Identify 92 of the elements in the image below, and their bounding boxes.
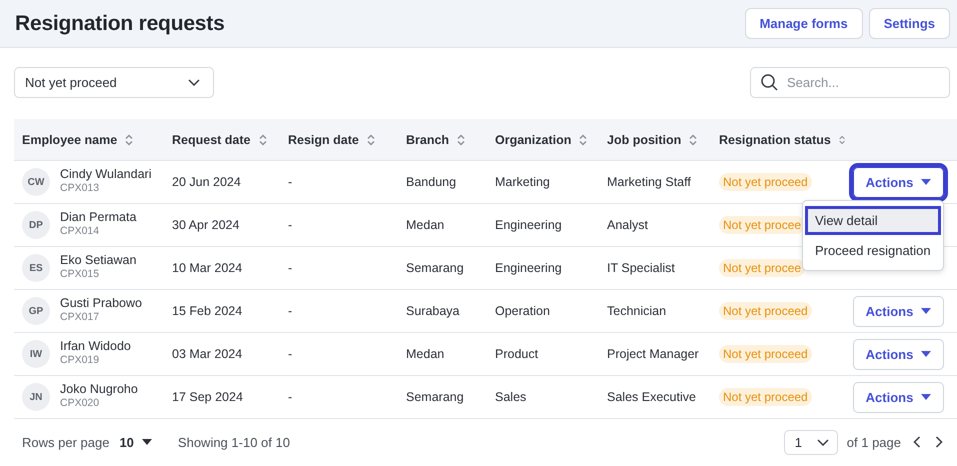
status-badge: Not yet proceed [719, 302, 812, 320]
employee-id: CPX020 [60, 397, 100, 409]
avatar: ES [22, 254, 50, 282]
column-header: Branch [406, 132, 450, 146]
table-cell: - [288, 261, 292, 275]
sort-icon[interactable] [258, 134, 266, 146]
table-cell: 20 Jun 2024 [172, 175, 241, 189]
table-cell: Bandung [406, 175, 456, 189]
table-cell: Marketing Staff [607, 175, 691, 189]
sort-icon[interactable] [838, 134, 845, 146]
caret-icon [921, 351, 932, 357]
employee-id: CPX014 [60, 225, 100, 237]
chevron-down-icon [188, 79, 200, 86]
table-cell: Marketing [495, 175, 550, 189]
page-title: Resignation requests [15, 12, 225, 36]
table-cell: Sales [495, 390, 526, 404]
employee-id: CPX015 [60, 268, 100, 280]
rows-per-page-select[interactable]: 10 [119, 434, 152, 450]
sort-icon[interactable] [689, 134, 698, 146]
employee-name: Irfan Widodo [60, 339, 131, 353]
actions-button[interactable]: Actions [853, 296, 944, 326]
table-cell: Analyst [607, 218, 648, 232]
menu-item[interactable]: Proceed resignation [805, 236, 941, 265]
actions-button[interactable]: Actions [853, 338, 944, 370]
table-cell: Semarang [406, 390, 464, 404]
avatar: DP [22, 211, 50, 239]
table-cell: 17 Sep 2024 [172, 390, 243, 404]
column-header: Organization [495, 132, 572, 146]
table-cell: 15 Feb 2024 [172, 304, 242, 318]
rows-per-page-label: Rows per page [22, 434, 110, 450]
column-header: Job position [607, 132, 682, 146]
table-cell: - [288, 218, 292, 232]
caret-icon [921, 394, 932, 400]
table-cell: - [288, 175, 292, 189]
employee-name: Joko Nugroho [60, 382, 138, 396]
table-cell: 10 Mar 2024 [172, 261, 242, 275]
sort-icon[interactable] [457, 134, 466, 146]
employee-name: Gusti Prabowo [60, 296, 142, 310]
employee-id: CPX013 [60, 182, 100, 194]
search-field[interactable]: Search... [750, 67, 950, 98]
table-cell: Surabaya [406, 304, 460, 318]
previous-page-icon[interactable] [913, 436, 921, 448]
avatar: GP [22, 297, 50, 325]
table-cell: Engineering [495, 218, 562, 232]
column-header: Request date [172, 132, 250, 146]
status-dropdown[interactable]: Not yet proceed [14, 67, 214, 98]
avatar: IW [22, 340, 50, 368]
caret-icon [921, 179, 932, 185]
table-cell: Sales Executive [607, 390, 696, 404]
status-badge: Not yet proceed [719, 345, 812, 363]
column-header: Resignation status [719, 132, 831, 146]
avatar: JN [22, 383, 50, 411]
status-badge: Not yet procee [719, 259, 806, 277]
page-total: of 1 page [846, 434, 901, 450]
employee-id: CPX017 [60, 311, 100, 323]
employee-name: Cindy Wulandari [60, 167, 152, 181]
table-cell: - [288, 390, 292, 404]
table-cell: Technician [607, 304, 666, 318]
table-cell: Product [495, 347, 538, 361]
table-cell: Semarang [406, 261, 464, 275]
chevron-down-icon [816, 438, 829, 446]
table-cell: 30 Apr 2024 [172, 218, 240, 232]
menu-item[interactable]: View detail [805, 206, 941, 235]
table-cell: Operation [495, 304, 550, 318]
table-cell: Medan [406, 218, 444, 232]
employee-name: Dian Permata [60, 210, 136, 224]
column-header: Resign date [288, 132, 359, 146]
avatar: CW [22, 168, 50, 196]
header-button[interactable]: Settings [868, 8, 950, 39]
table-cell: IT Specialist [607, 261, 675, 275]
table-cell: - [288, 304, 292, 318]
table-cell: Engineering [495, 261, 562, 275]
column-header: Employee name [22, 132, 118, 146]
search-icon [761, 74, 778, 91]
sort-icon[interactable] [125, 134, 134, 146]
sort-icon[interactable] [579, 134, 588, 146]
page-select[interactable]: 1 [784, 430, 838, 454]
employee-name: Eko Setiawan [60, 253, 136, 267]
status-badge: Not yet proceed [719, 173, 812, 191]
next-page-icon[interactable] [935, 436, 943, 448]
caret-icon [921, 308, 932, 314]
actions-button[interactable]: Actions [853, 382, 944, 412]
status-badge: Not yet proceed [719, 388, 812, 406]
header-button[interactable]: Manage forms [744, 8, 863, 39]
caret-icon [142, 439, 152, 445]
showing-count: Showing 1-10 of 10 [178, 434, 290, 450]
table-cell: Medan [406, 347, 444, 361]
table-cell: - [288, 347, 292, 361]
table-cell: Project Manager [607, 347, 699, 361]
table-cell: 03 Mar 2024 [172, 347, 242, 361]
sort-icon[interactable] [366, 134, 375, 146]
employee-id: CPX019 [60, 354, 100, 366]
